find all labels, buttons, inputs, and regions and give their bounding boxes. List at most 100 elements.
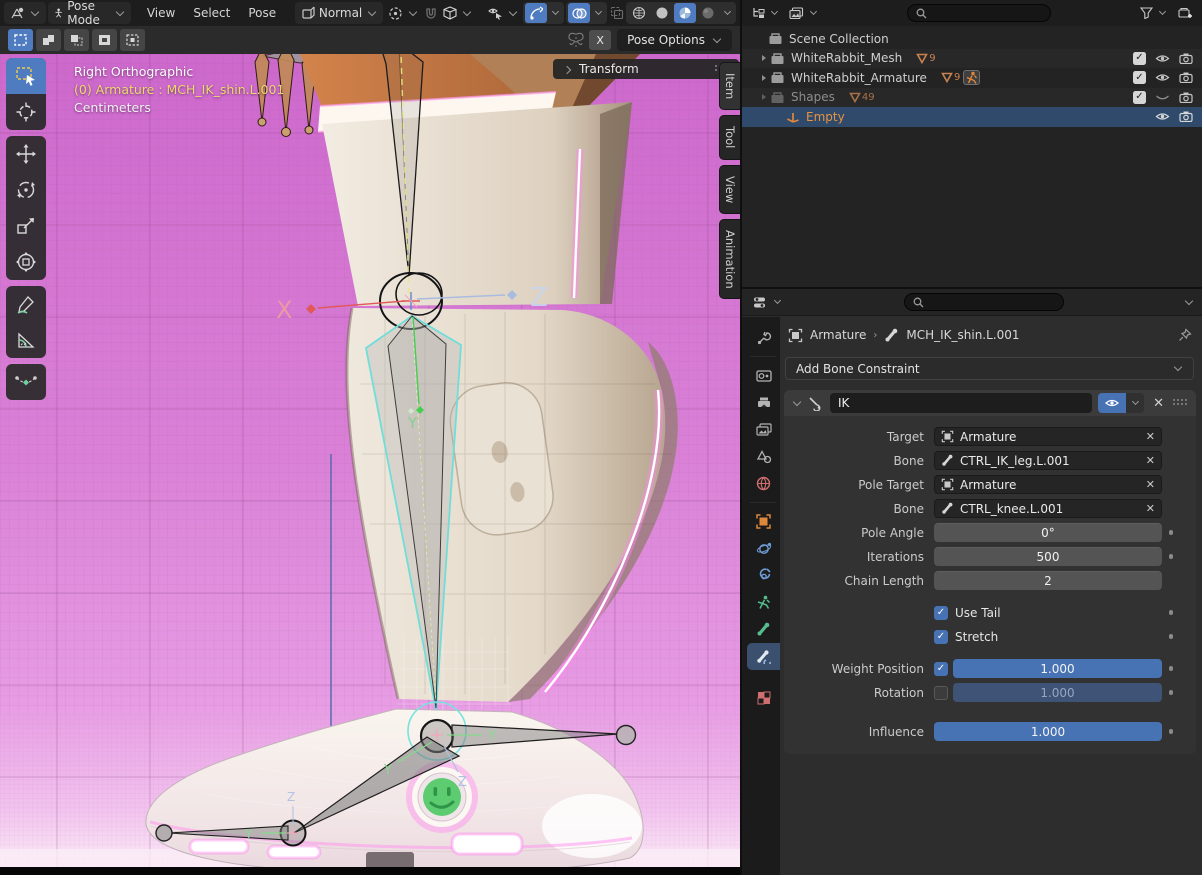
- add-bone-constraint-button[interactable]: Add Bone Constraint: [785, 357, 1194, 380]
- tab-object[interactable]: [747, 508, 780, 535]
- tab-bone-constraints[interactable]: [747, 643, 780, 670]
- pin-icon[interactable]: [1178, 328, 1192, 342]
- menu-select[interactable]: Select: [185, 3, 238, 23]
- object-type-visibility-dropdown[interactable]: [484, 2, 521, 24]
- clear-field-icon[interactable]: ✕: [1146, 454, 1155, 467]
- pole-bone-field[interactable]: CTRL_knee.L.001 ✕: [934, 499, 1162, 518]
- menu-view[interactable]: View: [139, 3, 183, 23]
- new-collection-button[interactable]: [1174, 3, 1196, 23]
- tab-world[interactable]: [747, 470, 780, 497]
- mode-dropdown[interactable]: Pose Mode: [48, 2, 131, 24]
- ik-panel-header[interactable]: IK ✕: [784, 390, 1196, 416]
- shading-solid-button[interactable]: [651, 3, 673, 23]
- animate-decorator[interactable]: [1169, 530, 1174, 535]
- breadcrumb-bone[interactable]: MCH_IK_shin.L.001: [906, 328, 1019, 342]
- select-mode-subtract-button[interactable]: [64, 29, 89, 51]
- gizmo-dropdown[interactable]: [548, 3, 562, 23]
- pivot-point-dropdown[interactable]: [385, 2, 421, 24]
- disable-render-camera-toggle[interactable]: [1177, 111, 1194, 122]
- sidebar-tab-item[interactable]: Item: [719, 62, 740, 110]
- pose-options-dropdown[interactable]: Pose Options: [617, 29, 732, 51]
- xray-toggle[interactable]: [609, 3, 624, 23]
- select-mode-extend-button[interactable]: [36, 29, 61, 51]
- tool-pose-breakdowner-button[interactable]: [6, 364, 46, 400]
- disable-render-camera-toggle[interactable]: [1177, 53, 1194, 64]
- tool-move-button[interactable]: [6, 136, 46, 172]
- outliner-row-shapes[interactable]: Shapes 49 ✓: [742, 88, 1202, 108]
- menu-pose[interactable]: Pose: [240, 3, 284, 23]
- disclosure-triangle-icon[interactable]: [762, 55, 766, 61]
- tool-measure-button[interactable]: [6, 322, 46, 358]
- iterations-value-field[interactable]: 500: [934, 547, 1162, 566]
- properties-search[interactable]: [904, 293, 1064, 311]
- shading-material-preview-button[interactable]: [674, 3, 696, 23]
- disclosure-triangle-icon[interactable]: [762, 75, 766, 81]
- properties-search-input[interactable]: [929, 294, 1039, 310]
- tool-select-box-button[interactable]: [6, 58, 46, 94]
- snap-target-dropdown[interactable]: [440, 2, 475, 24]
- hide-eye-toggle[interactable]: [1154, 72, 1171, 83]
- select-mode-invert-button[interactable]: [92, 29, 117, 51]
- tab-object-data-armature[interactable]: [747, 589, 780, 616]
- collapse-chevron-icon[interactable]: [793, 397, 801, 405]
- tool-transform-button[interactable]: [6, 244, 46, 280]
- disclosure-triangle-icon[interactable]: [762, 94, 766, 100]
- show-overlays-toggle[interactable]: [568, 3, 590, 23]
- overlays-dropdown[interactable]: [591, 3, 605, 23]
- breadcrumb-object[interactable]: Armature: [810, 328, 866, 342]
- transform-panel-header[interactable]: Transform: [553, 59, 739, 79]
- properties-options-chevron-icon[interactable]: [1185, 296, 1193, 304]
- tab-bone[interactable]: [747, 616, 780, 643]
- shading-dropdown[interactable]: [720, 3, 734, 23]
- stretch-checkbox[interactable]: ✓: [934, 630, 948, 644]
- constraint-enable-eye-toggle[interactable]: [1098, 393, 1126, 413]
- pole-target-object-field[interactable]: Armature ✕: [934, 475, 1162, 494]
- snap-toggle-magnet-icon[interactable]: [423, 3, 438, 23]
- tool-cursor-button[interactable]: [6, 94, 46, 130]
- sidebar-tab-animation[interactable]: Animation: [719, 219, 740, 300]
- editor-type-button[interactable]: [4, 2, 46, 24]
- outliner-row-whiterabbit-mesh[interactable]: WhiteRabbit_Mesh 9 ✓: [742, 49, 1202, 69]
- tab-output[interactable]: [747, 389, 780, 416]
- exclude-checkbox[interactable]: ✓: [1133, 52, 1146, 65]
- outliner-search[interactable]: [907, 4, 1051, 22]
- shading-wireframe-button[interactable]: [628, 3, 650, 23]
- select-mode-set-button[interactable]: [8, 29, 33, 51]
- tab-scene[interactable]: [747, 443, 780, 470]
- sidebar-tab-tool[interactable]: Tool: [719, 115, 740, 159]
- outliner-filter-button[interactable]: [1137, 2, 1170, 24]
- outliner-search-input[interactable]: [932, 5, 1042, 21]
- exclude-checkbox[interactable]: ✓: [1133, 91, 1146, 104]
- animate-decorator[interactable]: [1169, 634, 1174, 639]
- disable-render-camera-toggle[interactable]: [1177, 72, 1194, 83]
- rotation-slider[interactable]: 1.000: [953, 683, 1162, 702]
- constraint-drag-handle-icon[interactable]: [1173, 399, 1189, 407]
- sidebar-tab-view[interactable]: View: [719, 165, 740, 214]
- outliner-row-whiterabbit-armature[interactable]: WhiteRabbit_Armature 9 ✓: [742, 68, 1202, 88]
- animate-decorator[interactable]: [1169, 554, 1174, 559]
- tool-scale-button[interactable]: [6, 208, 46, 244]
- tool-rotate-button[interactable]: [6, 172, 46, 208]
- animate-decorator[interactable]: [1169, 729, 1174, 734]
- clear-field-icon[interactable]: ✕: [1146, 430, 1155, 443]
- animate-decorator[interactable]: [1169, 610, 1174, 615]
- outliner-editor-type-button[interactable]: [748, 2, 782, 24]
- properties-editor-type-button[interactable]: [750, 291, 785, 313]
- constraint-extras-dropdown[interactable]: [1126, 393, 1144, 413]
- tab-physics[interactable]: [747, 535, 780, 562]
- shading-rendered-button[interactable]: [697, 3, 719, 23]
- viewport-canvas[interactable]: X Z Y: [0, 54, 740, 875]
- chain-length-value-field[interactable]: 2: [934, 571, 1162, 590]
- target-object-field[interactable]: Armature ✕: [934, 427, 1162, 446]
- tab-view-layer[interactable]: [747, 416, 780, 443]
- outliner-display-mode-button[interactable]: [786, 2, 821, 24]
- animate-decorator[interactable]: [1169, 690, 1174, 695]
- tab-tool[interactable]: [747, 324, 780, 351]
- tab-render[interactable]: [747, 362, 780, 389]
- target-bone-field[interactable]: CTRL_IK_leg.L.001 ✕: [934, 451, 1162, 470]
- exclude-checkbox[interactable]: ✓: [1133, 71, 1146, 84]
- disable-render-camera-toggle[interactable]: [1177, 92, 1194, 103]
- clear-field-icon[interactable]: ✕: [1146, 478, 1155, 491]
- outliner-row-scene-collection[interactable]: Scene Collection: [742, 29, 1202, 49]
- outliner-row-empty[interactable]: Empty: [742, 107, 1202, 127]
